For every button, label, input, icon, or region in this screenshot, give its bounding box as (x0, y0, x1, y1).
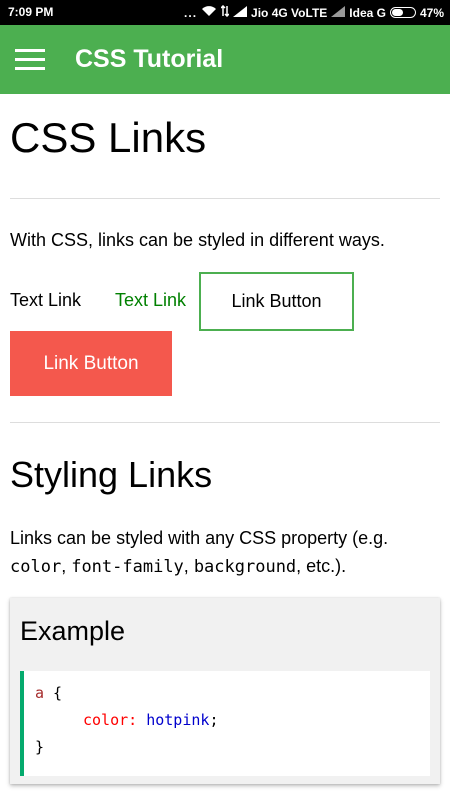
text-link-green[interactable]: Text Link (115, 290, 186, 311)
code-font-family: font-family (71, 557, 184, 577)
notification-dots-icon: ... (184, 5, 198, 20)
divider (10, 422, 440, 423)
code-close-brace: } (35, 738, 45, 756)
data-arrows-icon (220, 4, 230, 20)
code-semicolon: ; (209, 711, 219, 729)
desc-separator: , (61, 556, 72, 576)
section-description: Links can be styled with any CSS propert… (10, 524, 440, 581)
page-title: CSS Links (10, 114, 207, 161)
code-line-2: color: hotpink; (35, 707, 430, 734)
battery-percent: 47% (419, 5, 444, 20)
desc-suffix: , etc.). (296, 556, 347, 576)
example-title: Example (20, 616, 126, 646)
code-value: hotpink (137, 711, 210, 729)
carrier-2-label: Idea G (349, 5, 386, 20)
wifi-icon (201, 5, 217, 20)
code-line-1: a { (35, 680, 430, 707)
example-box: Example a { color: hotpink; } (10, 598, 440, 784)
section-title: Styling Links (10, 454, 213, 495)
link-button-red[interactable]: Link Button (10, 331, 172, 396)
code-color: color (10, 557, 62, 577)
status-bar: 7:09 PM ... Jio 4G VoLTE Idea G 47% (0, 0, 450, 25)
code-selector: a (35, 684, 45, 702)
link-button-outline[interactable]: Link Button (199, 272, 354, 331)
app-title[interactable]: CSS Tutorial (75, 45, 223, 74)
code-open-brace: { (44, 684, 63, 702)
code-block: a { color: hotpink; } (20, 671, 430, 776)
intro-text: With CSS, links can be styled in differe… (10, 230, 385, 250)
app-bar: CSS Tutorial (0, 25, 450, 94)
code-background: background (193, 557, 297, 577)
text-link-default[interactable]: Text Link (10, 290, 81, 311)
hamburger-menu-icon[interactable] (15, 49, 45, 71)
code-line-3: } (35, 734, 430, 761)
signal-icon-2 (331, 5, 346, 20)
signal-icon-1 (233, 5, 248, 20)
desc-separator: , (183, 556, 194, 576)
code-property: color: (83, 711, 138, 729)
status-time: 7:09 PM (8, 5, 54, 19)
battery-icon (389, 7, 416, 18)
desc-prefix: Links can be styled with any CSS propert… (10, 528, 389, 548)
status-icons: ... Jio 4G VoLTE Idea G 47% (184, 4, 444, 20)
carrier-1-label: Jio 4G VoLTE (251, 5, 328, 20)
divider (10, 198, 440, 199)
